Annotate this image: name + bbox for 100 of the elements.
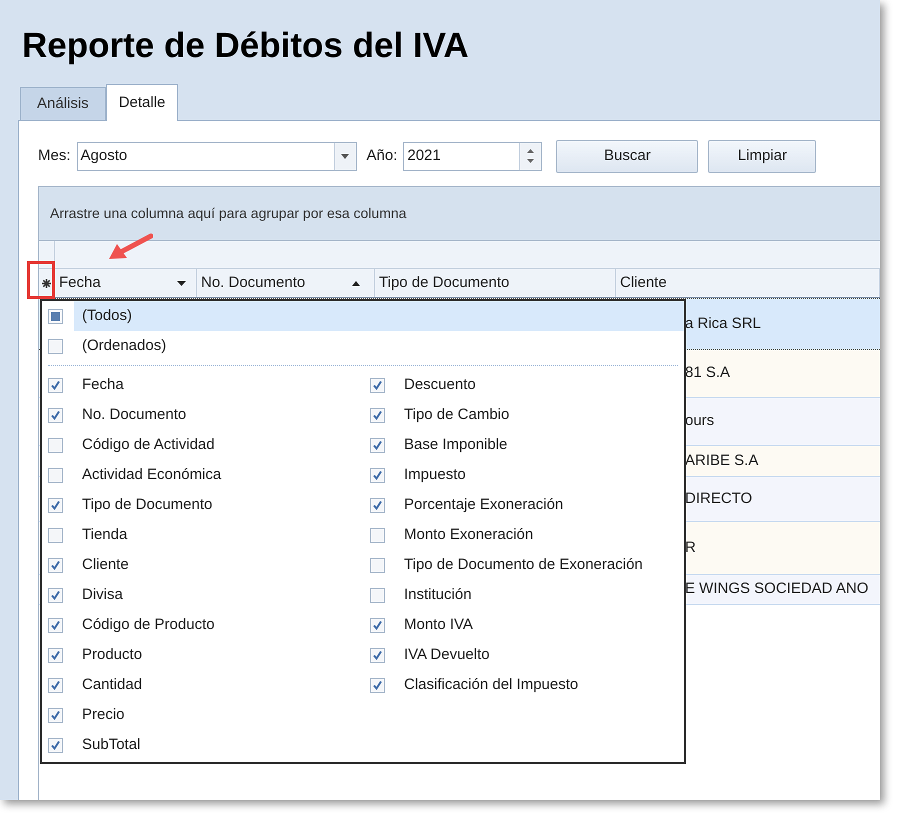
- partial-fill: [51, 312, 60, 320]
- checkmark-icon: [372, 410, 383, 420]
- checkmark-icon: [372, 470, 383, 480]
- table-cell-text: ours: [685, 411, 714, 432]
- column-option[interactable]: Divisa: [42, 580, 364, 610]
- column-option[interactable]: Tienda: [42, 520, 364, 550]
- checkmark-icon: [372, 440, 383, 450]
- checkbox[interactable]: [370, 498, 385, 512]
- column-option[interactable]: Código de Producto: [42, 610, 364, 640]
- column-option[interactable]: Actividad Económica: [42, 460, 364, 490]
- column-option[interactable]: Cliente: [42, 550, 364, 580]
- checkbox[interactable]: [48, 408, 63, 422]
- checkmark-icon: [50, 380, 61, 390]
- column-option[interactable]: Cantidad: [42, 670, 364, 700]
- column-option[interactable]: Porcentaje Exoneración: [364, 490, 643, 520]
- column-option[interactable]: Monto Exoneración: [364, 520, 643, 550]
- checkbox[interactable]: [48, 528, 63, 542]
- asterisk-icon: [42, 278, 51, 288]
- column-option[interactable]: Código de Actividad: [42, 430, 364, 460]
- checkmark-icon: [372, 620, 383, 630]
- column-option[interactable]: No. Documento: [42, 400, 364, 430]
- month-label: Mes:: [38, 146, 71, 166]
- spin-down-icon[interactable]: [527, 159, 534, 164]
- column-option[interactable]: SubTotal: [42, 730, 364, 760]
- column-header[interactable]: Cliente: [616, 269, 880, 297]
- checkbox[interactable]: [48, 558, 63, 572]
- caret-icon: [341, 154, 350, 158]
- checkbox[interactable]: [370, 528, 385, 542]
- table-cell-text: 81 S.A: [685, 363, 730, 384]
- checkbox[interactable]: [48, 308, 63, 324]
- spin-up-icon[interactable]: [527, 148, 534, 153]
- column-option[interactable]: IVA Devuelto: [364, 640, 643, 670]
- column-option[interactable]: Base Imponible: [364, 430, 643, 460]
- filter-caret-icon[interactable]: [177, 280, 186, 286]
- checkmark-icon: [50, 680, 61, 690]
- column-header[interactable]: Fecha: [55, 269, 197, 297]
- checkbox[interactable]: [370, 618, 385, 632]
- checkmark-icon: [50, 650, 61, 660]
- checkmark-icon: [50, 710, 61, 720]
- checkbox[interactable]: [370, 558, 385, 572]
- checkbox[interactable]: [370, 678, 385, 692]
- group-hint: Arrastre una columna aquí para agrupar por esa columna: [50, 204, 406, 223]
- column-option[interactable]: Impuesto: [364, 460, 643, 490]
- tab[interactable]: Detalle: [106, 84, 178, 121]
- tab[interactable]: Análisis: [20, 87, 106, 120]
- column-option[interactable]: Producto: [42, 640, 364, 670]
- table-cell-text: E WINGS SOCIEDAD ANO: [685, 579, 868, 600]
- table-cell-text: DIRECTO: [685, 488, 752, 509]
- clear-button[interactable]: Limpiar: [708, 140, 816, 172]
- checkmark-icon: [50, 590, 61, 600]
- column-option[interactable]: Institución: [364, 580, 643, 610]
- checkmark-icon: [372, 680, 383, 690]
- table-cell-text: ARIBE S.A: [685, 450, 758, 471]
- checkbox[interactable]: [370, 648, 385, 662]
- column-option[interactable]: Clasificación del Impuesto: [364, 670, 643, 700]
- checkbox[interactable]: [370, 468, 385, 482]
- checkbox[interactable]: [48, 588, 63, 602]
- column-option[interactable]: Tipo de Cambio: [364, 400, 643, 430]
- column-option[interactable]: Fecha: [42, 370, 364, 400]
- table-cell-text: a Rica SRL: [685, 314, 761, 334]
- checkbox[interactable]: [48, 378, 63, 392]
- checkbox[interactable]: [48, 678, 63, 692]
- column-header[interactable]: No. Documento: [197, 269, 375, 297]
- checkbox[interactable]: [48, 468, 63, 482]
- dropdown-button[interactable]: [334, 142, 356, 170]
- window-title: Reporte de Débitos del IVA: [21, 25, 470, 66]
- arrow-annotation: [107, 233, 153, 261]
- checkbox[interactable]: [370, 588, 385, 602]
- column-option[interactable]: Tipo de Documento: [42, 490, 364, 520]
- checkmark-icon: [50, 620, 61, 630]
- column-option[interactable]: (Ordenados): [42, 331, 684, 361]
- year-label: Año:: [366, 146, 398, 166]
- checkbox[interactable]: [370, 408, 385, 422]
- checkmark-icon: [372, 650, 383, 660]
- column-option[interactable]: Monto IVA: [364, 610, 643, 640]
- column-option[interactable]: Tipo de Documento de Exoneración: [364, 550, 643, 580]
- checkbox[interactable]: [370, 438, 385, 452]
- checkmark-icon: [50, 740, 61, 750]
- column-option[interactable]: Descuento: [364, 370, 643, 400]
- checkbox[interactable]: [48, 438, 63, 452]
- year-spinner[interactable]: 2021: [403, 142, 542, 170]
- highlight-box: [27, 261, 55, 299]
- search-button[interactable]: Buscar: [556, 140, 698, 172]
- checkbox[interactable]: [48, 338, 63, 354]
- month-dropdown[interactable]: Agosto: [76, 142, 357, 170]
- sort-ascending-icon: [352, 280, 360, 286]
- checkmark-icon: [372, 500, 383, 510]
- checkbox[interactable]: [48, 618, 63, 632]
- checkbox[interactable]: [48, 738, 63, 752]
- checkmark-icon: [50, 410, 61, 420]
- checkbox[interactable]: [48, 498, 63, 512]
- checkbox[interactable]: [48, 708, 63, 722]
- checkbox[interactable]: [370, 378, 385, 392]
- column-header[interactable]: Tipo de Documento: [375, 269, 616, 297]
- checkbox[interactable]: [48, 648, 63, 662]
- checkmark-icon: [50, 560, 61, 570]
- table-cell-text: R: [685, 538, 696, 558]
- checkmark-icon: [372, 380, 383, 390]
- checkmark-icon: [50, 500, 61, 510]
- column-option[interactable]: Precio: [42, 700, 364, 730]
